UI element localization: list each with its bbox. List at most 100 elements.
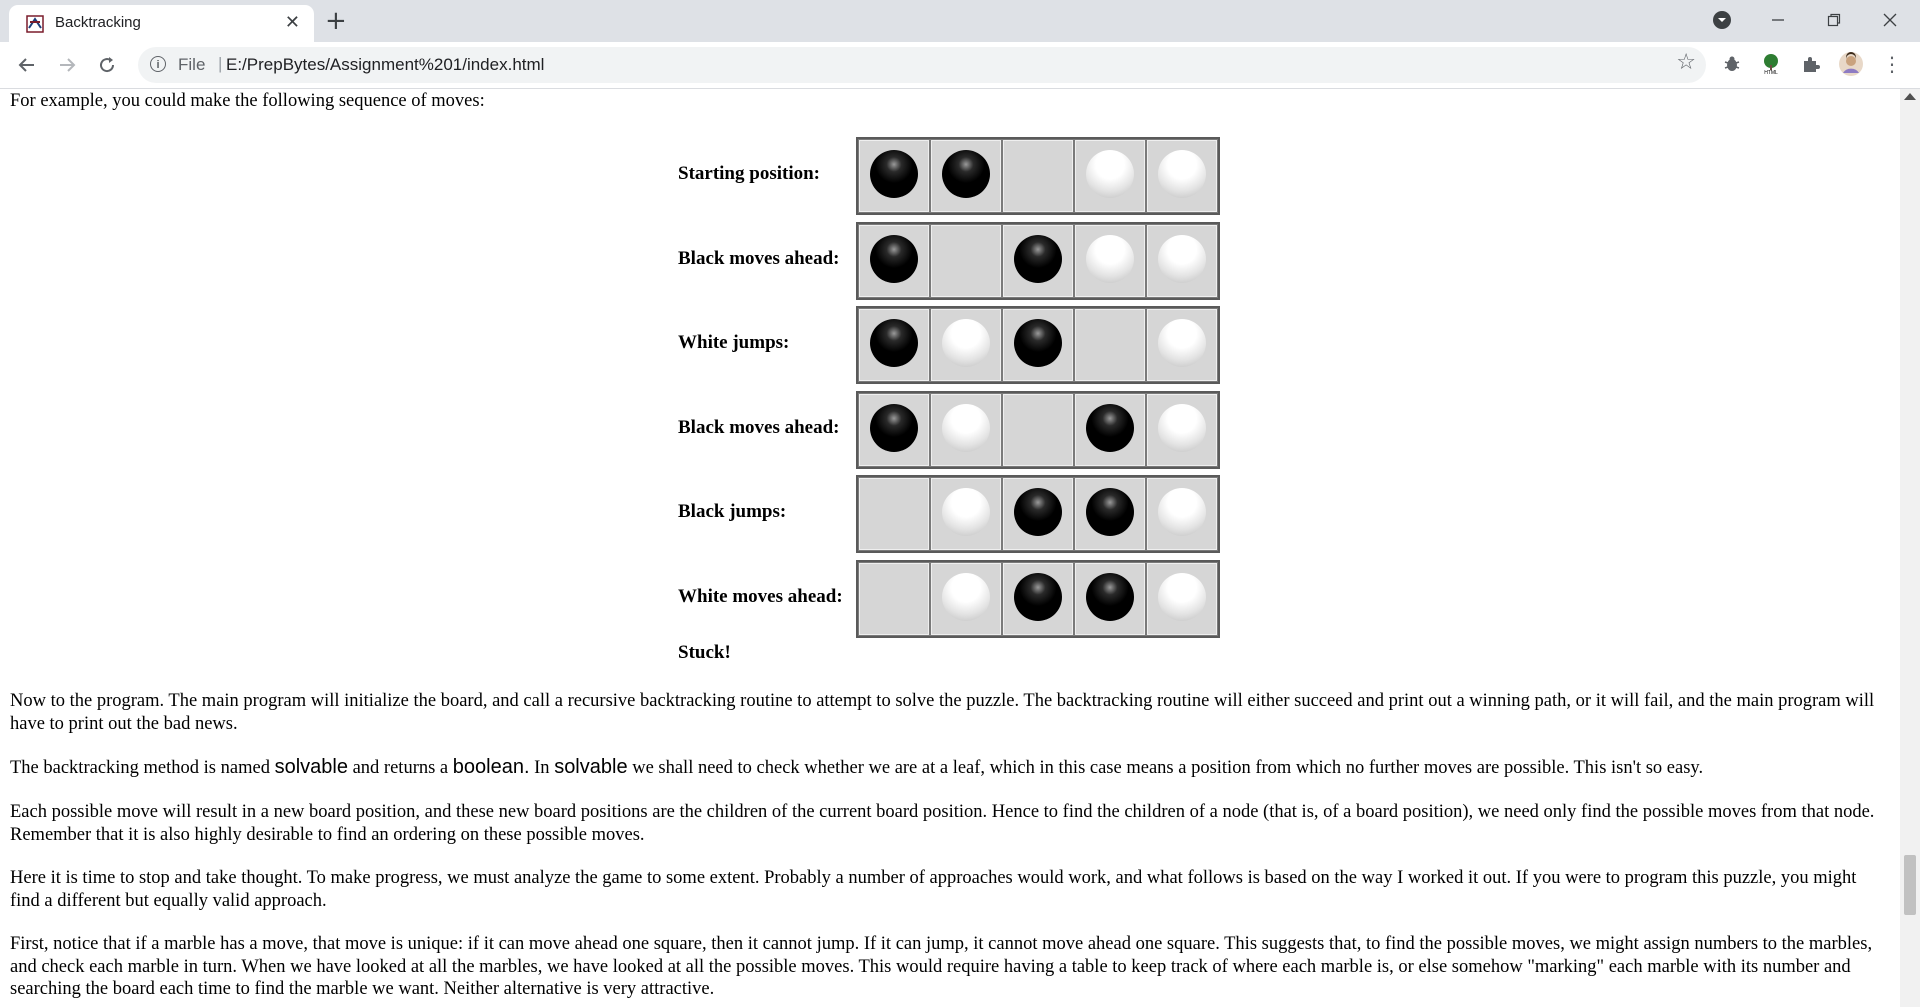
menu-kebab-icon[interactable]: ⋮ [1879,51,1905,77]
board-row-label: White jumps: [678,332,790,353]
board-cell [1002,308,1074,382]
back-icon[interactable] [12,50,42,80]
scroll-up-arrow-icon[interactable] [1904,93,1916,100]
board-cell [1002,477,1074,551]
black-marble [1086,403,1134,452]
board-position [856,475,1220,553]
board-cell [1002,223,1074,298]
white-marble [1086,150,1134,198]
board-cell [1146,223,1218,298]
board-position [856,137,1220,215]
board-cell [1074,477,1146,551]
vertical-scrollbar[interactable] [1900,89,1920,1007]
board-cell [1074,308,1146,382]
tab-search-icon[interactable] [1694,4,1750,36]
white-marble [942,572,990,621]
paragraph-marbles: First, notice that if a marble has a mov… [10,934,1873,999]
board-cell [1074,223,1146,298]
board-row-label: Black jumps: [678,501,787,522]
html-tree-extension-icon[interactable]: HTML [1758,51,1784,77]
minimize-icon[interactable] [1750,4,1806,36]
board-row-label: Black moves ahead: [678,416,840,438]
white-marble [1158,150,1206,198]
stuck-label: Stuck! [678,642,731,663]
close-window-icon[interactable] [1862,4,1918,36]
text: and returns a [347,758,453,778]
board-position [856,559,1220,638]
reload-icon[interactable] [92,50,122,80]
black-marble [1014,488,1062,536]
black-marble [870,319,918,367]
url-text[interactable]: E:/PrepBytes/Assignment%201/index.html [226,55,544,75]
board-cell [930,308,1002,382]
tab-backtracking[interactable]: Backtracking ✕ [9,5,314,42]
board-cell [1146,477,1218,551]
board-cell [858,477,930,551]
black-marble [1014,572,1062,621]
paragraph-children: Each possible move will result in a new … [10,802,1875,845]
board-cell [1146,392,1218,467]
extensions-puzzle-icon[interactable] [1798,51,1824,77]
restore-icon[interactable] [1806,4,1862,36]
profile-avatar-icon[interactable] [1838,51,1864,77]
code-solvable: solvable [554,756,628,778]
scrollbar-thumb[interactable] [1904,855,1916,915]
scheme-separator: | [218,54,223,73]
paragraph-program: Now to the program. The main program wil… [10,691,1875,734]
text: The backtracking method is named [10,758,275,778]
site-info-icon[interactable]: i [150,56,166,72]
black-marble [1086,488,1134,536]
board-cell [930,477,1002,551]
black-marble [942,150,990,198]
paragraph-solvable: The backtracking method is named solvabl… [10,756,1880,780]
text: we shall need to check whether we are at… [627,758,1704,778]
white-marble [1158,488,1206,536]
page-content: For example, you could make the followin… [0,89,1900,1007]
board-cell [858,308,930,382]
board-cell [858,139,930,213]
board-cell [858,561,930,636]
address-bar[interactable]: i File | E:/PrepBytes/Assignment%201/ind… [138,47,1706,83]
white-marble [1158,572,1206,621]
board-cell [1146,561,1218,636]
board-cell [1002,561,1074,636]
board-cell [1002,139,1074,213]
black-marble [1014,319,1062,367]
board-cell [858,223,930,298]
board-position [856,221,1220,300]
black-marble [1086,572,1134,621]
black-marble [870,150,918,198]
text: In [529,758,555,778]
browser-toolbar: i File | E:/PrepBytes/Assignment%201/ind… [0,42,1920,89]
paragraph-analysis: Here it is time to stop and take thought… [10,868,1857,911]
white-marble [942,488,990,536]
board-cell [1002,392,1074,467]
board-cell [1146,139,1218,213]
white-marble [1086,234,1134,283]
white-marble [942,319,990,367]
board-cell [858,392,930,467]
new-tab-icon[interactable]: + [325,6,347,36]
board-cell [930,561,1002,636]
bookmark-star-icon[interactable]: ☆ [1676,50,1696,75]
board-cell [1146,308,1218,382]
page-favicon-icon [26,15,44,33]
svg-text:HTML: HTML [1764,70,1778,75]
white-marble [1158,319,1206,367]
board-cell [930,223,1002,298]
board-position [856,390,1220,469]
code-boolean: boolean. [452,756,530,778]
board-row-label: Black moves ahead: [678,247,840,269]
black-marble [870,234,918,283]
white-marble [1158,234,1206,283]
board-cell [1074,392,1146,467]
board-cell [930,392,1002,467]
tab-close-icon[interactable]: ✕ [285,12,300,33]
black-marble [1014,234,1062,283]
forward-icon[interactable] [52,50,82,80]
white-marble [942,403,990,452]
intro-paragraph: For example, you could make the followin… [10,91,485,111]
tab-title: Backtracking [55,14,141,31]
bug-extension-icon[interactable] [1719,51,1745,77]
board-position [856,306,1220,384]
